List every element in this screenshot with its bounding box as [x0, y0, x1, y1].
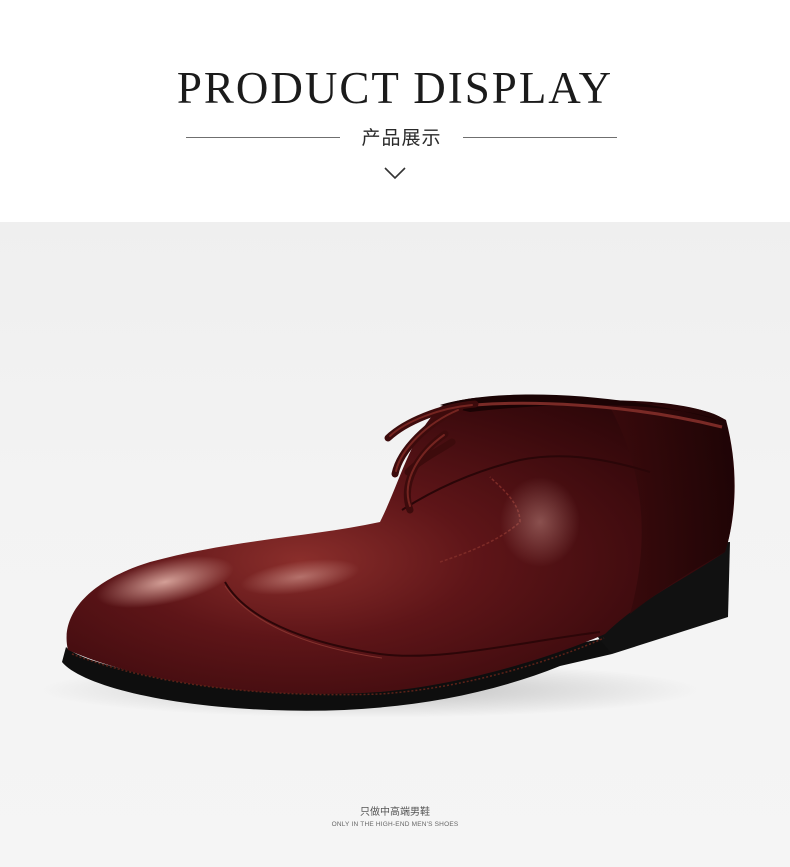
shoe-image [40, 394, 735, 718]
tagline-english: ONLY IN THE HIGH-END MEN'S SHOES [331, 821, 459, 828]
page-subtitle: 产品展示 [361, 127, 442, 149]
divider-left [186, 137, 340, 138]
page-title: PRODUCT DISPLAY [176, 63, 614, 113]
product-photo [0, 222, 790, 867]
header-section: PRODUCT DISPLAY 产品展示 [0, 0, 790, 222]
chevron-down-icon [384, 167, 406, 180]
divider-right [463, 137, 617, 138]
tagline-chinese: 只做中高端男鞋 [360, 807, 430, 818]
